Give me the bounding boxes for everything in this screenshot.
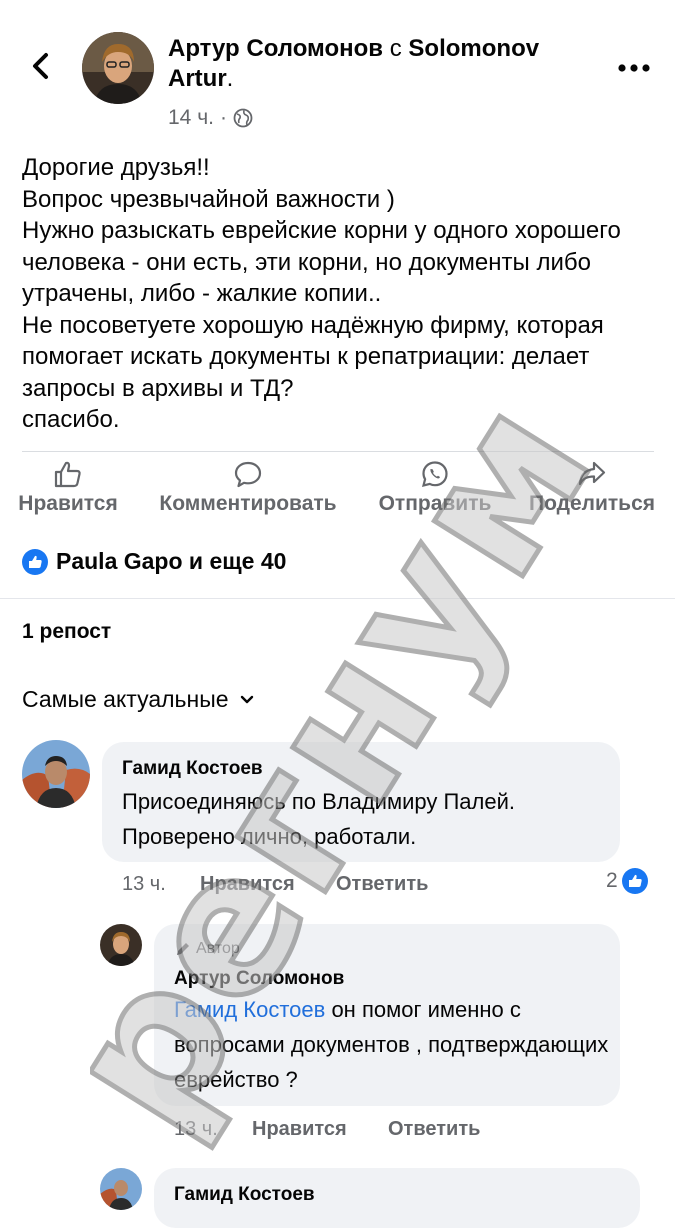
reposts-count[interactable]: 1 репост (22, 620, 111, 644)
like-button[interactable]: Нравится (12, 460, 124, 516)
with-word: с (389, 35, 402, 62)
comment-button[interactable]: Комментировать (148, 460, 348, 516)
like-reaction-icon (22, 548, 48, 575)
comment-reaction-count: 2 (606, 869, 618, 892)
more-dots-icon (618, 64, 650, 72)
share-label: Поделиться (528, 492, 656, 515)
reply-author-name[interactable]: Артур Соломонов (174, 968, 344, 990)
share-arrow-icon (578, 461, 606, 486)
reply-author-avatar[interactable] (100, 924, 142, 966)
commenter-avatar-2[interactable] (100, 1168, 142, 1210)
comment-text: Присоединяюсь по Владимиру Палей. Провер… (122, 789, 516, 849)
like-reaction-icon (621, 868, 648, 894)
comment-bubble-icon (234, 461, 262, 488)
comment-sort-dropdown[interactable]: Самые актуальные (22, 686, 255, 713)
section-divider (0, 598, 675, 599)
reactions-summary[interactable]: Paula Gapo и еще 40 (22, 548, 286, 575)
meta-separator: · (219, 106, 227, 129)
commenter-avatar[interactable] (22, 740, 90, 808)
comment-like-button[interactable]: Нравится (200, 873, 295, 896)
reply-time[interactable]: 13 ч. (174, 1118, 218, 1141)
more-options-button[interactable] (612, 56, 656, 80)
share-button[interactable]: Поделиться (522, 460, 662, 516)
comment-bubble-2: Гамид Костоев (154, 1168, 640, 1228)
post-meta: 14 ч. · (168, 106, 253, 130)
chevron-down-icon (240, 695, 253, 703)
comment-time[interactable]: 13 ч. (122, 873, 166, 896)
reply-like-button[interactable]: Нравится (252, 1118, 347, 1141)
comment-reactions[interactable]: 2 (606, 868, 648, 894)
tagged-suffix: . (226, 65, 234, 92)
send-label: Отправить (378, 492, 492, 515)
chevron-left-icon (33, 53, 48, 79)
comment-reply-button[interactable]: Ответить (336, 873, 428, 896)
send-button[interactable]: Отправить (372, 460, 498, 516)
post-time[interactable]: 14 ч. (168, 106, 214, 130)
reply-reply-button[interactable]: Ответить (388, 1118, 480, 1141)
like-label: Нравится (18, 492, 118, 515)
comment-bubble: Гамид Костоев Присоединяюсь по Владимиру… (102, 742, 620, 862)
post-author-line: Артур Соломонов с Solomonov Artur. (168, 34, 588, 94)
commenter-name-2[interactable]: Гамид Костоев (174, 1184, 315, 1206)
commenter-name[interactable]: Гамид Костоев (122, 758, 263, 780)
post-divider (22, 451, 654, 452)
author-badge: Автор (174, 940, 240, 958)
author-badge-label: Автор (196, 940, 240, 957)
thumbs-up-icon (54, 461, 81, 488)
mention-link[interactable]: Гамид Костоев (174, 997, 325, 1022)
pencil-icon (177, 943, 189, 955)
author-avatar[interactable] (82, 32, 154, 104)
whatsapp-icon (421, 461, 448, 488)
sort-label: Самые актуальные (22, 686, 229, 712)
globe-icon (233, 108, 253, 128)
reactions-text: Paula Gapo и еще 40 (56, 548, 287, 574)
reply-text: Гамид Костоев он помог именно с вопросам… (174, 992, 610, 1097)
comment-label: Комментировать (159, 492, 337, 515)
author-name[interactable]: Артур Соломонов (168, 35, 383, 62)
post-actions: Нравится Комментировать Отправить Подели… (0, 460, 675, 524)
post-text: Дорогие друзья!! Вопрос чрезвычайной важ… (22, 154, 621, 433)
reply-bubble: Автор Артур Соломонов Гамид Костоев он п… (154, 924, 620, 1106)
back-button[interactable] (22, 46, 62, 86)
